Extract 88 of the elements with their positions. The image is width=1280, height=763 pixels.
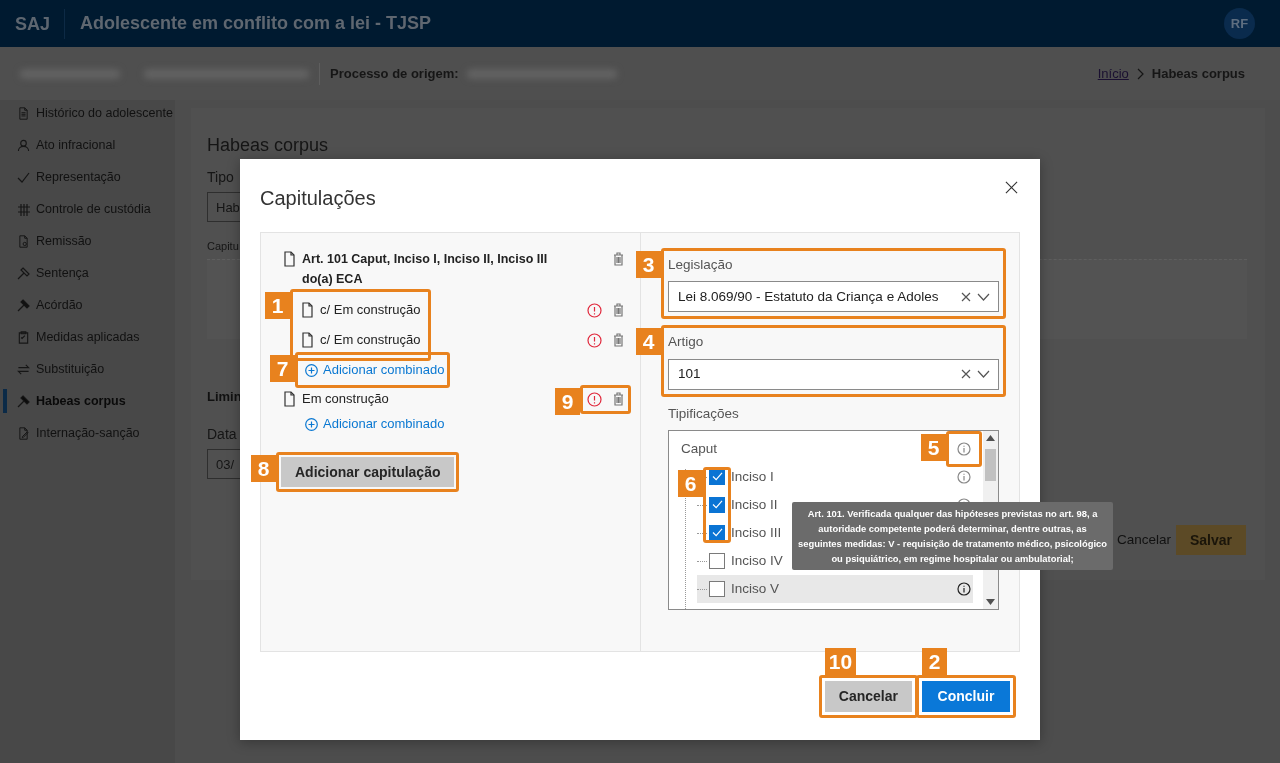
dialog-title: Capitulações	[260, 186, 376, 211]
capitulation-text: Em construção	[302, 390, 389, 408]
callout-number: 8	[251, 455, 276, 482]
person-icon	[17, 138, 30, 152]
article-select[interactable]: 101	[668, 358, 999, 390]
combined-item-text: c/ Em construção	[320, 331, 421, 349]
clear-icon	[961, 369, 971, 379]
sidebar-item[interactable]: Habeas corpus	[0, 385, 175, 417]
clipboard-icon	[17, 330, 30, 344]
document-icon	[17, 234, 30, 248]
add-combined-link[interactable]: Adicionar combinado	[301, 412, 445, 436]
page-title: Habeas corpus	[207, 134, 329, 157]
user-avatar[interactable]: RF	[1224, 8, 1255, 39]
document-icon	[17, 106, 30, 120]
breadcrumb-link[interactable]: Início	[1097, 63, 1129, 84]
field-label: Artigo	[668, 333, 704, 352]
tree-row[interactable]: Inciso V	[697, 574, 973, 603]
save-button[interactable]: Salvar	[1176, 525, 1246, 555]
callout-number: 7	[270, 355, 295, 382]
tree-node-label: Inciso I	[731, 467, 774, 486]
conclude-button[interactable]: Concluir	[922, 681, 1010, 712]
tree-node-label: Inciso V	[731, 579, 780, 598]
field-label: Legislação	[668, 256, 733, 274]
callout-number: 5	[921, 433, 946, 461]
chevron-down-icon	[977, 370, 990, 378]
tree-node-label: Inciso III	[731, 523, 782, 542]
callout-number: 4	[636, 328, 661, 356]
checkmark-icon	[711, 500, 723, 510]
checkbox[interactable]	[709, 496, 725, 513]
sidebar-item[interactable]: Substituição	[0, 353, 175, 385]
sidebar-item[interactable]: Internação-sanção	[0, 417, 175, 449]
edit-document-icon	[17, 426, 30, 440]
combined-item-text: c/ Em construção	[320, 301, 421, 319]
clear-icon	[961, 291, 971, 302]
plus-circle-icon	[305, 417, 318, 431]
scrollbar-thumb[interactable]	[985, 448, 996, 481]
document-icon	[283, 391, 296, 407]
scroll-down-icon	[986, 598, 995, 605]
scroll-up-icon	[986, 434, 995, 441]
checkbox[interactable]	[709, 524, 725, 541]
field-label: Tipo	[207, 168, 234, 187]
section-heading: Limin	[207, 387, 242, 406]
callout-number: 1	[265, 292, 290, 319]
trash-icon	[613, 252, 624, 266]
plus-circle-icon	[305, 363, 318, 377]
gavel-icon	[17, 394, 30, 408]
app-title: Adolescente em conflito com a lei - TJSP	[79, 12, 432, 35]
add-combined-link[interactable]: Adicionar combinado	[301, 358, 445, 382]
callout-number: 2	[922, 648, 947, 675]
add-capitulation-button[interactable]: Adicionar capitulação	[281, 457, 455, 487]
callout-number: 9	[555, 388, 580, 415]
origin-label: Processo de origem:	[330, 64, 459, 83]
checkbox[interactable]	[709, 552, 725, 569]
breadcrumb-current: Habeas corpus	[1151, 64, 1245, 83]
hash-icon	[17, 202, 30, 216]
gavel-icon	[17, 266, 30, 280]
document-icon	[301, 302, 314, 318]
checkmark-icon	[17, 170, 30, 184]
trash-icon	[613, 333, 624, 347]
sidebar-item[interactable]: Representação	[0, 161, 175, 193]
trash-icon	[613, 303, 624, 317]
chevron-right-icon	[1136, 67, 1144, 80]
callout-number: 3	[636, 251, 661, 278]
capitulation-text: Art. 101 Caput, Inciso I, Inciso II, Inciso III do(a) ECA	[302, 251, 549, 288]
cancel-link[interactable]: Cancelar	[1116, 529, 1171, 551]
field-label: Tipificações	[668, 404, 739, 423]
tree-node-label: Inciso IV	[731, 551, 783, 570]
checkmark-icon	[711, 528, 723, 538]
callout-number: 10	[824, 648, 857, 675]
callout-number: 6	[678, 469, 703, 497]
swap-arrows-icon	[17, 362, 30, 376]
trash-icon	[613, 392, 624, 406]
cancel-button[interactable]: Cancelar	[824, 681, 912, 712]
checkmark-icon	[711, 472, 723, 482]
document-icon	[283, 251, 296, 267]
sidebar-item[interactable]: Sentença	[0, 257, 175, 289]
close-icon	[1005, 181, 1018, 194]
tooltip: Art. 101. Verificada qualquer das hipóteses previstas no art. 98, a autoridade competente poderá determinar, dentre outras, as seguintes medidas: V - requisição de tratamento médico, psicológico ou psiquiátrico, em regime hospitalar ou ambulatorial;	[792, 502, 1113, 570]
field-label: Data	[207, 425, 237, 444]
gavel-icon	[17, 298, 30, 312]
document-icon	[301, 332, 314, 348]
app-logo: SAJ	[0, 8, 65, 39]
tree-node-label: Caput	[681, 439, 718, 458]
legislation-select[interactable]: Lei 8.069/90 - Estatuto da Criança e Adoles	[668, 281, 999, 313]
tree-node-label: Inciso II	[731, 495, 778, 514]
field-label: Capitu	[207, 239, 239, 254]
chevron-down-icon	[977, 292, 990, 301]
checkbox[interactable]	[709, 580, 725, 597]
